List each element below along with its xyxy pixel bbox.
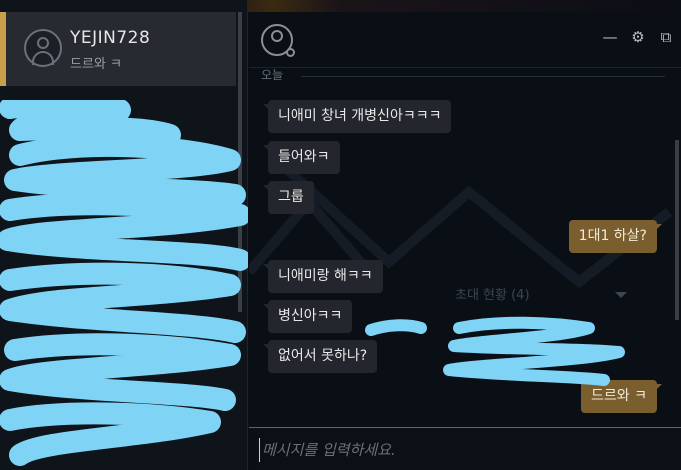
chat-message: 1대1 하살? (568, 220, 663, 253)
message-input[interactable] (259, 438, 669, 462)
chat-message: 니애미랑 해ㅋㅋ (263, 260, 383, 293)
settings-gear-icon[interactable]: ⚙ (629, 28, 647, 46)
chat-message: 니애미 창녀 개병신아ㅋㅋㅋ (262, 100, 452, 133)
invite-status-label: 초대 현황 (4) (455, 288, 530, 303)
minimize-icon[interactable]: — (601, 28, 619, 46)
profile-card[interactable]: YEJIN728 드르와 ㅋ (0, 12, 236, 86)
profile-status-message[interactable]: 드르와 ㅋ (70, 53, 122, 72)
chat-message: 그룹 (263, 181, 314, 214)
invite-chevron-down-icon (615, 292, 627, 298)
date-separator-label: 오늘 (261, 68, 284, 82)
redaction-scribble (0, 100, 248, 466)
redaction-scribble (365, 316, 625, 386)
profile-avatar-icon[interactable] (24, 29, 62, 67)
profile-username: YEJIN728 (70, 28, 151, 48)
date-separator: 오늘 (261, 66, 665, 82)
message-input-box (249, 427, 681, 470)
chat-header: — ⚙ ⧉ (249, 12, 681, 68)
chat-message: 들어와ㅋ (263, 141, 340, 174)
chat-message: 병신아ㅋㅋ (262, 300, 353, 333)
chat-window: — ⚙ ⧉ 오늘 초대 현황 (4) 니애미 창녀 개병신아ㅋㅋㅋ 들어와ㅋ 그… (249, 12, 681, 470)
chat-partner-avatar-icon[interactable] (261, 24, 295, 57)
friends-panel: YEJIN728 드르와 ㅋ (0, 0, 248, 470)
chat-scrollbar[interactable] (675, 140, 679, 320)
popout-icon[interactable]: ⧉ (657, 28, 675, 46)
